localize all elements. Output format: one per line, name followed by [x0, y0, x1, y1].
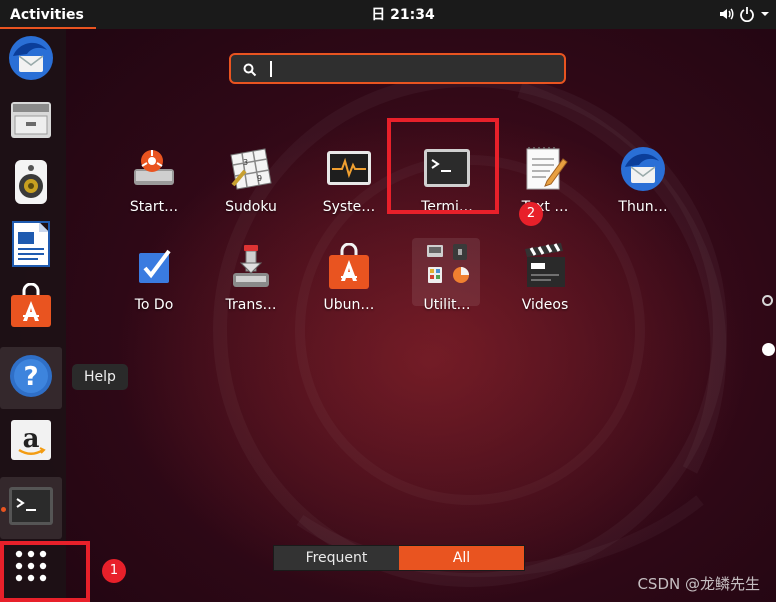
- dock-help[interactable]: ?: [0, 347, 62, 409]
- app-grid-icon: [13, 548, 49, 588]
- dock-files[interactable]: [0, 91, 62, 153]
- svg-text:9: 9: [257, 174, 262, 183]
- clock[interactable]: 日 21:34: [371, 0, 434, 30]
- app-transmission[interactable]: Trans…: [212, 243, 290, 323]
- text-editor-icon: [521, 145, 569, 193]
- app-videos[interactable]: Videos: [506, 243, 584, 323]
- app-label: Utilit…: [423, 297, 471, 313]
- dock-rhythmbox[interactable]: [0, 153, 62, 215]
- search-box[interactable]: [229, 53, 566, 84]
- svg-text:a: a: [23, 424, 40, 454]
- search-icon: [243, 62, 257, 81]
- power-icon[interactable]: [739, 6, 755, 23]
- top-bar: 日 21:34 Activities: [0, 0, 776, 29]
- annotation-badge-2: 2: [519, 202, 543, 226]
- dock-thunderbird[interactable]: [0, 29, 62, 91]
- text-cursor: [270, 61, 272, 77]
- app-startup-disk[interactable]: Start…: [115, 145, 193, 225]
- running-indicator: [1, 507, 6, 512]
- app-label: Text …: [521, 199, 569, 215]
- videos-icon: [521, 243, 569, 291]
- amazon-icon: a: [9, 418, 53, 466]
- app-label: Videos: [521, 297, 569, 313]
- svg-text:?: ?: [23, 362, 38, 392]
- app-utilities-folder[interactable]: Utilit…: [408, 243, 486, 323]
- dock-tooltip: Help: [72, 364, 128, 390]
- app-label: Thun…: [618, 199, 668, 215]
- ubuntu-software-icon: [325, 242, 373, 291]
- shopping-bag-icon: [9, 282, 53, 333]
- file-cabinet-icon: [9, 98, 53, 146]
- dock-software[interactable]: [0, 277, 62, 339]
- thunderbird-icon: [7, 34, 55, 86]
- system-tray[interactable]: [718, 6, 770, 23]
- volume-icon[interactable]: [718, 6, 734, 22]
- page-indicator-2[interactable]: [762, 343, 775, 356]
- app-text-editor[interactable]: Text …: [506, 145, 584, 225]
- svg-text:3: 3: [243, 158, 248, 167]
- app-label: Termi…: [421, 199, 473, 215]
- app-label: Start…: [129, 199, 179, 215]
- app-ubuntu-software[interactable]: Ubun…: [310, 242, 388, 323]
- tab-all[interactable]: All: [399, 546, 524, 570]
- system-monitor-icon: [325, 145, 373, 193]
- view-switcher: Frequent All: [273, 545, 525, 571]
- dock-writer[interactable]: [0, 215, 62, 277]
- terminal-icon: [8, 486, 54, 530]
- app-system-monitor[interactable]: Syste…: [310, 145, 388, 225]
- sudoku-icon: 93: [227, 145, 275, 193]
- app-thunderbird[interactable]: Thun…: [604, 145, 682, 225]
- document-icon: [11, 220, 51, 272]
- app-label: Syste…: [322, 199, 376, 215]
- app-label: To Do: [134, 297, 174, 313]
- utilities-folder-icon: [423, 243, 471, 291]
- app-label: Ubun…: [323, 297, 375, 313]
- tab-frequent[interactable]: Frequent: [274, 546, 399, 570]
- app-label: Sudoku: [225, 199, 277, 215]
- app-sudoku[interactable]: 93 Sudoku: [212, 145, 290, 225]
- speaker-icon: [9, 158, 53, 210]
- transmission-icon: [227, 243, 275, 291]
- activities-button[interactable]: Activities: [0, 0, 96, 29]
- thunderbird-icon: [619, 145, 667, 193]
- dock: ? a: [0, 29, 66, 602]
- watermark: CSDN @龙鳞先生: [637, 575, 760, 593]
- terminal-icon: [423, 145, 471, 193]
- dock-terminal[interactable]: [0, 477, 62, 539]
- app-label: Trans…: [225, 297, 277, 313]
- annotation-badge-1: 1: [102, 559, 126, 583]
- help-icon: ?: [9, 354, 53, 402]
- page-indicator-1[interactable]: [762, 295, 773, 306]
- todo-icon: [130, 243, 178, 291]
- show-applications-button[interactable]: [0, 537, 62, 599]
- chevron-down-icon[interactable]: [760, 6, 770, 22]
- app-terminal[interactable]: Termi…: [408, 145, 486, 225]
- startup-disk-icon: [130, 145, 178, 193]
- app-todo[interactable]: To Do: [115, 243, 193, 323]
- search-input[interactable]: [267, 59, 551, 81]
- dock-amazon[interactable]: a: [0, 411, 62, 473]
- clock-area: 日 21:34: [0, 0, 776, 30]
